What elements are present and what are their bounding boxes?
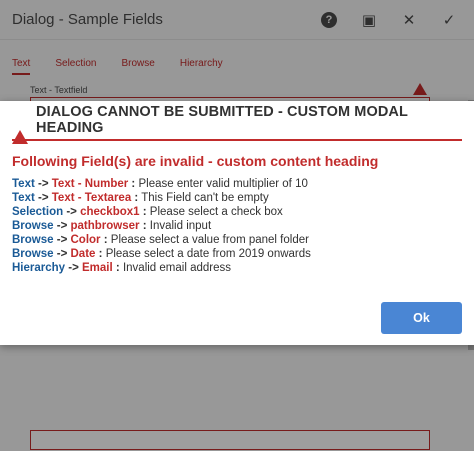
error-modal: ! DIALOG CANNOT BE SUBMITTED - CUSTOM MO… [0,101,474,345]
error-item: Hierarchy -> Email : Invalid email addre… [12,261,462,275]
error-arrow: -> [68,262,79,274]
error-field-name: Text - Textarea [51,192,132,204]
modal-heading-bar: ! DIALOG CANNOT BE SUBMITTED - CUSTOM MO… [12,101,462,144]
error-message: Invalid input [149,220,212,232]
error-tab-name: Text [12,192,35,204]
error-item: Text -> Text - Number : Please enter val… [12,177,462,191]
error-field-name: Email [82,262,113,274]
error-field-name: Color [70,234,101,246]
error-arrow: -> [56,234,68,246]
error-message: This Field can't be empty [141,192,269,204]
error-list: Text -> Text - Number : Please enter val… [12,177,462,275]
error-tab-name: Text [12,178,35,190]
error-item: Browse -> pathbrowser : Invalid input [12,219,462,233]
error-tab-name: Browse [12,220,54,232]
error-tab-name: Hierarchy [12,262,66,274]
error-colon: : [98,248,103,260]
error-field-name: Text - Number [51,178,129,190]
error-arrow: -> [38,178,49,190]
error-arrow: -> [56,248,68,260]
error-message: Please select a date from 2019 onwards [105,248,311,260]
alert-icon: ! [12,113,28,144]
error-message: Invalid email address [122,262,231,274]
error-item: Browse -> Color : Please select a value … [12,233,462,247]
error-colon: : [115,262,120,274]
error-tab-name: Browse [12,234,54,246]
error-item: Browse -> Date : Please select a date fr… [12,247,462,261]
error-message: Please select a check box [149,206,283,218]
error-colon: : [142,220,147,232]
error-colon: : [103,234,108,246]
error-colon: : [134,192,139,204]
ok-button[interactable]: Ok [381,302,462,334]
error-arrow: -> [38,192,49,204]
error-tab-name: Selection [12,206,64,218]
error-item: Text -> Text - Textarea : This Field can… [12,191,462,205]
error-message: Please enter valid multiplier of 10 [138,178,308,190]
error-item: Selection -> checkbox1 : Please select a… [12,205,462,219]
error-tab-name: Browse [12,248,54,260]
error-message: Please select a value from panel folder [110,234,309,246]
content-heading: Following Field(s) are invalid - custom … [12,153,379,169]
error-arrow: -> [56,220,68,232]
error-arrow: -> [66,206,77,218]
error-colon: : [142,206,147,218]
error-field-name: Date [70,248,96,260]
error-field-name: checkbox1 [80,206,140,218]
error-colon: : [131,178,136,190]
modal-title: DIALOG CANNOT BE SUBMITTED - CUSTOM MODA… [36,104,408,136]
error-field-name: pathbrowser [70,220,140,232]
